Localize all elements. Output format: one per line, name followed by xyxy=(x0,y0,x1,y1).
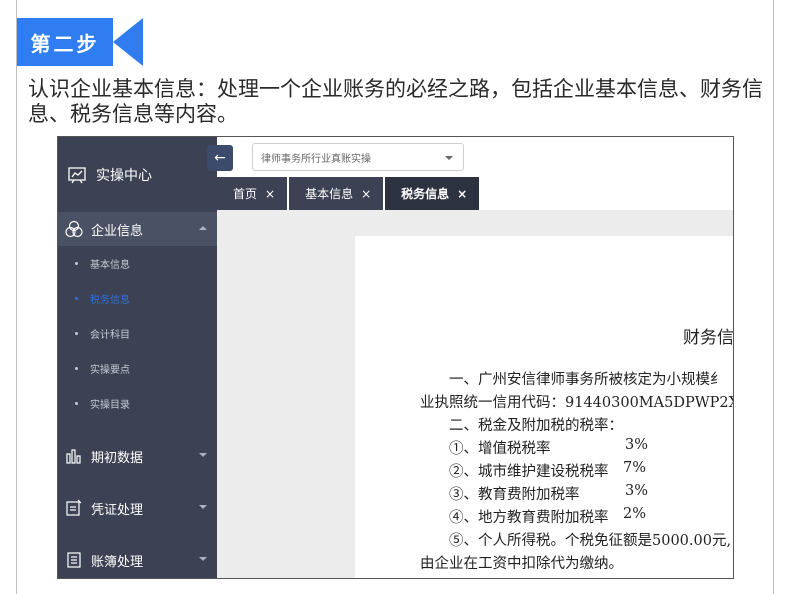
menu-company-info[interactable]: 企业信息 xyxy=(58,212,217,246)
doc-line-5: ②、城市维护建设税税率 xyxy=(449,464,609,480)
document-title: 财务信 xyxy=(683,328,734,348)
app-screenshot: 实操中心 企业信息 基本信息 税务信息 会计科目 实操要点 实操目录 期初数据 xyxy=(57,136,734,579)
circles-icon xyxy=(65,220,83,238)
arrow-left-icon: ← xyxy=(214,150,226,166)
bullet-icon xyxy=(75,367,78,370)
rate-city-tax: 7% xyxy=(623,460,647,476)
tab-label: 税务信息 xyxy=(401,187,450,201)
menu-ledger-label: 账簿处理 xyxy=(91,554,144,570)
voucher-edit-icon xyxy=(66,499,82,516)
menu-voucher[interactable]: 凭证处理 xyxy=(58,491,217,525)
tab-label: 基本信息 xyxy=(305,187,354,201)
rate-local-edu: 2% xyxy=(623,506,647,522)
tab-basic-info[interactable]: 基本信息 × xyxy=(289,177,384,210)
step-label: 第二步 xyxy=(17,18,113,66)
intro-text: 认识企业基本信息：处理一个企业账务的必经之路，包括企业基本信息、财务信息、税务信… xyxy=(28,77,763,126)
caret-down-icon xyxy=(199,453,207,457)
close-icon[interactable]: × xyxy=(265,187,275,201)
menu-voucher-label: 凭证处理 xyxy=(91,502,144,518)
menu-opening-data[interactable]: 期初数据 xyxy=(58,439,217,473)
bullet-icon xyxy=(75,402,78,405)
doc-line-8: ⑤、个人所得税。个税免征额是5000.00元, xyxy=(449,533,732,549)
bullet-icon xyxy=(75,332,78,335)
content-area: 财务信 一、广州安信律师事务所被核定为小规模纟 业执照统一信用代码：914403… xyxy=(217,210,733,578)
doc-line-1: 一、广州安信律师事务所被核定为小规模纟 xyxy=(449,372,725,388)
menu-opening-data-label: 期初数据 xyxy=(91,450,144,466)
sidebar: 实操中心 企业信息 基本信息 税务信息 会计科目 实操要点 实操目录 期初数据 xyxy=(58,137,217,578)
close-icon[interactable]: × xyxy=(361,187,371,201)
sidebar-item-label: 会计科目 xyxy=(90,330,130,341)
sidebar-item-tax-info[interactable]: 税务信息 xyxy=(58,281,217,316)
document-page: 财务信 一、广州安信律师事务所被核定为小规模纟 业执照统一信用代码：914403… xyxy=(355,236,734,578)
chevron-down-icon xyxy=(445,156,453,160)
step-banner: 第二步 xyxy=(17,18,143,66)
doc-line-6: ③、教育费附加税率 xyxy=(449,487,580,503)
caret-down-icon xyxy=(199,557,207,561)
menu-company-info-label: 企业信息 xyxy=(91,223,144,239)
frame-right-border xyxy=(773,0,774,594)
caret-down-icon xyxy=(199,505,207,509)
chart-board-icon xyxy=(68,166,86,183)
doc-line-9: 由企业在工资中扣除代为缴纳。 xyxy=(420,556,623,572)
sidebar-item-catalog[interactable]: 实操目录 xyxy=(58,386,217,421)
sidebar-item-accounts[interactable]: 会计科目 xyxy=(58,316,217,351)
bullet-icon xyxy=(75,262,78,265)
caret-up-icon xyxy=(199,226,207,230)
rate-vat: 3% xyxy=(625,437,649,453)
tab-label: 首页 xyxy=(233,187,258,201)
close-icon[interactable]: × xyxy=(457,187,467,201)
rate-edu-surcharge: 3% xyxy=(625,483,649,499)
top-bar: ← 律师事务所行业真账实操 xyxy=(207,137,733,178)
doc-line-4: ①、增值税税率 xyxy=(449,441,551,457)
sidebar-item-label: 税务信息 xyxy=(90,295,130,306)
menu-ledger[interactable]: 账簿处理 xyxy=(58,543,217,577)
sidebar-item-label: 基本信息 xyxy=(90,260,130,271)
tab-tax-info[interactable]: 税务信息 × xyxy=(385,177,480,210)
frame-left-border xyxy=(16,0,17,594)
company-select-value: 律师事务所行业真账实操 xyxy=(261,153,371,165)
doc-line-2: 业执照统一信用代码：91440300MA5DPWP2X xyxy=(420,395,734,411)
company-select[interactable]: 律师事务所行业真账实操 xyxy=(252,143,464,171)
sidebar-item-basic-info[interactable]: 基本信息 xyxy=(58,246,217,281)
sidebar-item-label: 实操目录 xyxy=(90,400,130,411)
brand-label: 实操中心 xyxy=(96,167,152,184)
tab-bar: 首页 × 基本信息 × 税务信息 × xyxy=(217,177,733,210)
sidebar-item-label: 实操要点 xyxy=(90,365,130,376)
bullet-icon xyxy=(75,297,78,300)
sidebar-item-key-points[interactable]: 实操要点 xyxy=(58,351,217,386)
doc-line-3: 二、税金及附加税的税率： xyxy=(449,418,623,434)
tab-home[interactable]: 首页 × xyxy=(217,177,288,210)
bar-chart-icon xyxy=(66,449,81,464)
ledger-icon xyxy=(67,552,81,568)
doc-line-7: ④、地方教育费附加税率 xyxy=(449,510,609,526)
collapse-sidebar-button[interactable]: ← xyxy=(207,145,233,171)
sidebar-brand[interactable]: 实操中心 xyxy=(58,137,217,212)
step-banner-notch xyxy=(113,18,143,66)
